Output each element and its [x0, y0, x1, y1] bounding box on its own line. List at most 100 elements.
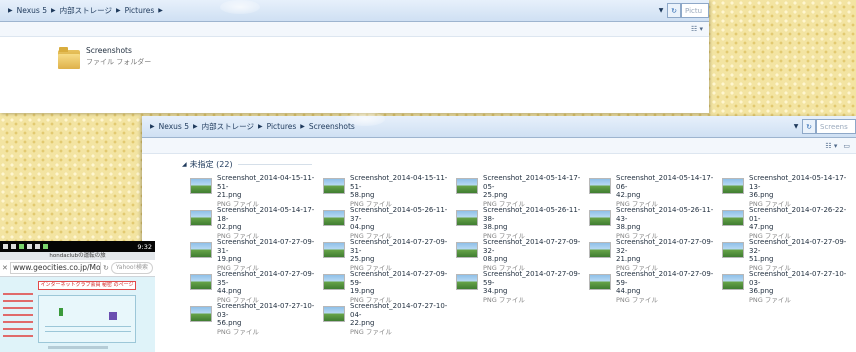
breadcrumb-item-pictures[interactable]: Pictures: [125, 6, 155, 15]
pictures-window: ▶ Nexus 5 ▶ 内部ストレージ ▶ Pictures ▶ ▼ ↻ Pic…: [0, 0, 709, 113]
file-item[interactable]: Screenshot_2014-07-27-09-59- 44.png PNG ファ…: [589, 270, 722, 304]
notification-icon: [11, 244, 16, 249]
breadcrumb-item-screenshots[interactable]: Screenshots: [309, 122, 355, 131]
reload-icon[interactable]: ↻: [103, 264, 109, 272]
breadcrumb-chevron-icon[interactable]: ▶: [116, 7, 121, 14]
file-item[interactable]: Screenshot_2014-07-27-10-03- 56.png PNG ファ…: [190, 302, 323, 337]
file-name-line2: 42.png: [616, 191, 641, 200]
url-field[interactable]: www.geocities.co.jp/Mo...: [10, 262, 102, 274]
history-dropdown-icon[interactable]: ▼: [655, 3, 667, 18]
file-item[interactable]: Screenshot_2014-04-15-11-51- 58.png PNG ファ…: [323, 174, 456, 208]
file-name-line1: Screenshot_2014-07-27-09-59-: [350, 270, 448, 287]
decoration-icon: [109, 312, 117, 320]
breadcrumb-chevron-icon[interactable]: ▶: [158, 7, 163, 14]
preview-pane-icon[interactable]: ▭: [843, 142, 850, 150]
file-item[interactable]: Screenshot_2014-05-14-17-05- 25.png PNG ファ…: [456, 174, 589, 209]
address-controls: ▼ ↻ Screens: [790, 119, 856, 134]
search-input[interactable]: Screens: [816, 119, 856, 134]
notification-icons: [3, 244, 48, 249]
breadcrumb-item-nexus5[interactable]: Nexus 5: [159, 122, 189, 131]
file-item[interactable]: Screenshot_2014-05-26-11-43- 38.png PNG ファ…: [589, 206, 722, 240]
file-item[interactable]: Screenshot_2014-07-27-10-04- 22.png PNG ファ…: [323, 302, 456, 336]
file-item[interactable]: Screenshot_2014-04-15-11-51- 21.png PNG ファ…: [190, 174, 323, 208]
file-item[interactable]: Screenshot_2014-07-27-09-32- 08.png PNG ファ…: [456, 238, 589, 272]
refresh-button[interactable]: ↻: [802, 119, 816, 134]
image-thumbnail-icon: [323, 274, 345, 290]
breadcrumb-item-nexus5[interactable]: Nexus 5: [17, 6, 47, 15]
file-name-line1: Screenshot_2014-05-14-17-18-: [217, 206, 315, 223]
file-name-line2: 44.png: [217, 287, 242, 296]
file-item[interactable]: Screenshot_2014-07-27-09-59- 19.png PNG ファ…: [323, 270, 456, 305]
file-name-line1: Screenshot_2014-07-27-09-32-: [616, 238, 714, 255]
file-item[interactable]: Screenshot_2014-07-26-22-01- 47.png PNG ファ…: [722, 206, 855, 240]
group-header[interactable]: ◢ 未指定 (22): [182, 159, 312, 170]
image-thumbnail-icon: [722, 178, 744, 194]
history-dropdown-icon[interactable]: ▼: [790, 119, 802, 134]
file-name-line1: Screenshot_2014-07-27-09-32-: [483, 238, 581, 255]
file-text: Screenshot_2014-05-14-17-05- 25.png PNG ファ…: [483, 174, 583, 209]
file-item[interactable]: Screenshot_2014-05-14-17-18- 02.png PNG ファ…: [190, 206, 323, 240]
breadcrumb-chevron-icon[interactable]: ▶: [258, 123, 263, 130]
image-thumbnail-icon: [589, 274, 611, 290]
image-thumbnail-icon: [456, 210, 478, 226]
file-name-line2: 56.png: [217, 319, 242, 328]
file-type: PNG ファイル: [483, 295, 525, 304]
folder-text: Screenshots ファイル フォルダー: [86, 46, 151, 67]
refresh-button[interactable]: ↻: [667, 3, 681, 18]
file-name-line2: 36.png: [749, 191, 774, 200]
file-item[interactable]: Screenshot_2014-05-26-11-38- 38.png PNG ファ…: [456, 206, 589, 240]
file-item[interactable]: Screenshot_2014-07-27-09-31- 19.png PNG ファ…: [190, 238, 323, 272]
page-scroll-indicator: [48, 346, 108, 349]
breadcrumb-item-internal-storage[interactable]: 内部ストレージ: [60, 5, 112, 16]
file-text: Screenshot_2014-07-27-09-59- 19.png PNG ファ…: [350, 270, 450, 305]
file-item[interactable]: Screenshot_2014-07-27-09-35- 44.png PNG ファ…: [190, 270, 323, 304]
breadcrumb-chevron-icon[interactable]: ▶: [193, 123, 198, 130]
image-thumbnail-icon: [323, 306, 345, 322]
image-thumbnail-icon: [456, 242, 478, 258]
file-name-line2: 36.png: [749, 287, 774, 296]
file-name-line1: Screenshot_2014-07-27-09-59-: [483, 270, 581, 287]
file-name-line2: 38.png: [616, 223, 641, 232]
folder-type: ファイル フォルダー: [86, 58, 152, 66]
close-tab-icon[interactable]: ✕: [2, 264, 8, 272]
file-text: Screenshot_2014-07-27-09-31- 25.png PNG ファ…: [350, 238, 450, 273]
file-text: Screenshot_2014-07-27-10-03- 36.png PNG ファ…: [749, 270, 849, 305]
file-item[interactable]: Screenshot_2014-05-26-11-37- 04.png PNG ファ…: [323, 206, 456, 241]
file-name-line2: 34.png: [483, 287, 508, 296]
breadcrumb-chevron-icon[interactable]: ▶: [300, 123, 305, 130]
file-text: Screenshot_2014-05-26-11-37- 04.png PNG ファ…: [350, 206, 450, 241]
sidebar-links[interactable]: [3, 293, 33, 342]
file-text: Screenshot_2014-05-14-17-06- 42.png PNG ファ…: [616, 174, 716, 209]
view-options-icon[interactable]: ☷ ▾: [825, 142, 837, 150]
file-item[interactable]: Screenshot_2014-05-14-17-06- 42.png PNG ファ…: [589, 174, 722, 209]
file-name-line2: 51.png: [749, 255, 774, 264]
view-options-icon[interactable]: ☷ ▾: [691, 25, 703, 33]
browser-search-input[interactable]: Yahoo!検索: [110, 262, 153, 274]
file-name-line1: Screenshot_2014-07-27-10-03-: [217, 302, 315, 319]
web-page-content: インターネットクラブ会員 秘密 のページ: [0, 277, 155, 352]
collapse-arrow-icon[interactable]: ◢: [182, 161, 187, 168]
page-main-box: [38, 295, 136, 343]
image-thumbnail-icon: [190, 306, 212, 322]
file-item[interactable]: Screenshot_2014-07-27-09-32- 21.png PNG ファ…: [589, 238, 722, 272]
page-banner[interactable]: インターネットクラブ会員 秘密 のページ: [38, 281, 136, 290]
file-name-line1: Screenshot_2014-07-27-09-31-: [217, 238, 315, 255]
folder-item[interactable]: Screenshots ファイル フォルダー: [58, 46, 151, 70]
file-text: Screenshot_2014-07-27-10-03- 56.png PNG ファ…: [217, 302, 317, 337]
search-input[interactable]: Pictu: [681, 3, 709, 18]
file-item[interactable]: Screenshot_2014-07-27-09-32- 51.png PNG ファ…: [722, 238, 855, 272]
breadcrumb-item-internal-storage[interactable]: 内部ストレージ: [202, 121, 254, 132]
address-bar: ▶ Nexus 5 ▶ 内部ストレージ ▶ Pictures ▶ Screens…: [142, 116, 856, 138]
file-item[interactable]: Screenshot_2014-07-27-09-31- 25.png PNG ファ…: [323, 238, 456, 273]
file-item[interactable]: Screenshot_2014-07-27-10-03- 36.png PNG ファ…: [722, 270, 855, 305]
file-item[interactable]: Screenshot_2014-05-14-17-13- 36.png PNG ファ…: [722, 174, 855, 209]
screenshots-window: ▶ Nexus 5 ▶ 内部ストレージ ▶ Pictures ▶ Screens…: [142, 116, 856, 352]
breadcrumb-chevron-icon[interactable]: ▶: [51, 7, 56, 14]
file-item[interactable]: Screenshot_2014-07-27-09-59- 34.png PNG ファ…: [456, 270, 589, 304]
notification-icon: [19, 244, 24, 249]
file-name-line1: Screenshot_2014-05-14-17-06-: [616, 174, 714, 191]
breadcrumb-item-pictures[interactable]: Pictures: [267, 122, 297, 131]
group-label: 未指定 (22): [189, 160, 233, 169]
file-text: Screenshot_2014-05-14-17-13- 36.png PNG ファ…: [749, 174, 849, 209]
file-name-line1: Screenshot_2014-04-15-11-51-: [350, 174, 448, 191]
